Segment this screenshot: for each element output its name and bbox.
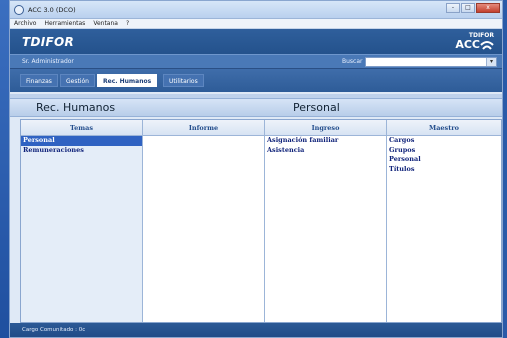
close-button[interactable]: x [476, 3, 500, 13]
module-title: Rec. Humanos [36, 101, 116, 114]
page-title: Personal [293, 101, 340, 114]
app-window: ACC 3.0 (DCO) - □ x Archivo Herramientas… [9, 0, 503, 338]
options-grid: Temas Informe Ingreso Maestro Personal R… [20, 119, 502, 323]
column-header-informe: Informe [143, 120, 265, 136]
chevron-down-icon[interactable]: ▾ [486, 58, 496, 66]
current-user: Sr. Administrador [22, 58, 74, 65]
brand-name: TDIFOR [22, 35, 75, 49]
logo-main-label: ACC [455, 38, 480, 51]
minimize-button[interactable]: - [446, 3, 460, 13]
desktop-edge [0, 0, 9, 338]
column-header-ingreso: Ingreso [265, 120, 387, 136]
menu-archivo[interactable]: Archivo [14, 20, 36, 27]
brand-bar: TDIFOR TDIFOR ACC [10, 29, 502, 54]
menu-help[interactable]: ? [126, 20, 129, 27]
menu-herramientas[interactable]: Herramientas [44, 20, 85, 27]
column-ingreso: Asignación familiar Asistencia [265, 136, 387, 322]
list-item-titulos[interactable]: Títulos [387, 165, 501, 175]
section-header: Rec. Humanos Personal [10, 98, 502, 117]
column-header-temas: Temas [21, 120, 143, 136]
column-header-maestro: Maestro [387, 120, 501, 136]
acc-logo: TDIFOR ACC [455, 32, 494, 51]
menu-ventana[interactable]: Ventana [93, 20, 118, 27]
tab-gestion[interactable]: Gestión [60, 74, 95, 87]
list-item-remuneraciones[interactable]: Remuneraciones [21, 146, 142, 156]
tab-finanzas[interactable]: Finanzas [20, 74, 58, 87]
tab-utilitarios[interactable]: Utilitarios [163, 74, 204, 87]
list-item-cargos[interactable]: Cargos [387, 136, 501, 146]
app-icon [14, 4, 24, 15]
column-informe [143, 136, 265, 322]
status-bar: Cargo Comunitado : 0c [10, 323, 502, 337]
list-item-personal[interactable]: Personal [21, 136, 142, 146]
window-title: ACC 3.0 (DCO) [28, 5, 76, 14]
module-tabs: Finanzas Gestión Rec. Humanos Utilitario… [10, 68, 502, 92]
column-maestro: Cargos Grupos Personal Títulos [387, 136, 501, 322]
window-controls: - □ x [445, 3, 500, 13]
title-bar[interactable]: ACC 3.0 (DCO) - □ x [10, 1, 502, 19]
column-temas: Personal Remuneraciones [21, 136, 143, 322]
list-item-asistencia[interactable]: Asistencia [265, 146, 386, 156]
wave-logo-icon [480, 41, 494, 50]
menu-bar: Archivo Herramientas Ventana ? [10, 19, 502, 29]
user-bar: Sr. Administrador Buscar ▾ [10, 54, 502, 68]
search-select[interactable]: ▾ [365, 57, 497, 67]
status-text: Cargo Comunitado : 0c [22, 327, 86, 333]
list-item-asignacion-familiar[interactable]: Asignación familiar [265, 136, 386, 146]
tab-rec-humanos[interactable]: Rec. Humanos [97, 74, 158, 87]
list-item-personal-maestro[interactable]: Personal [387, 155, 501, 165]
maximize-button[interactable]: □ [461, 3, 475, 13]
search-label: Buscar [342, 58, 363, 65]
list-item-grupos[interactable]: Grupos [387, 146, 501, 156]
